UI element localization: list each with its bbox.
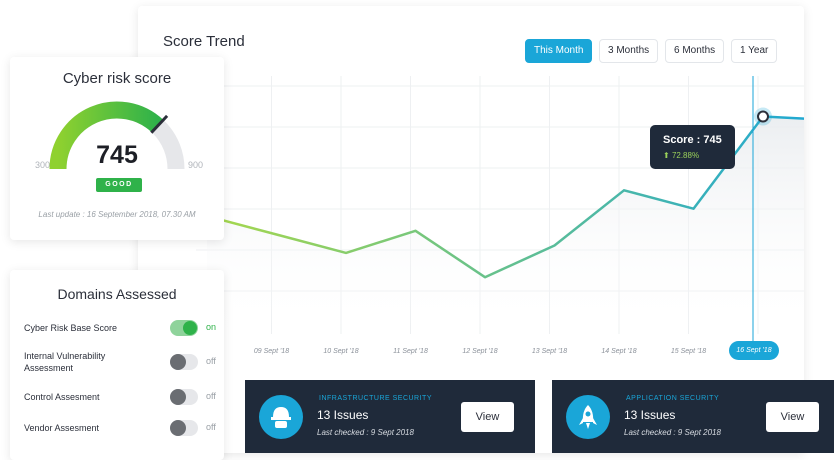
tooltip-score: Score : 745 xyxy=(663,134,722,146)
infrastructure-issues: 13 Issues xyxy=(317,408,369,422)
tooltip-delta-value: 72.88% xyxy=(671,151,700,160)
arrow-up-icon: ⬆ xyxy=(663,151,670,160)
domain-toggle-state: on xyxy=(206,322,217,332)
domain-toggle-state: off xyxy=(206,422,216,432)
domain-toggle-state: off xyxy=(206,391,216,401)
application-last-checked: Last checked : 9 Sept 2018 xyxy=(624,428,721,437)
infrastructure-security-card: INFRASTRUCTURE SECURITY 13 Issues Last c… xyxy=(245,380,535,453)
domain-toggle[interactable] xyxy=(170,354,198,370)
application-heading: APPLICATION SECURITY xyxy=(626,395,720,402)
risk-score: 745 xyxy=(96,141,138,169)
infrastructure-heading: INFRASTRUCTURE SECURITY xyxy=(319,395,433,402)
x-tick-label: 15 Sept '18 xyxy=(671,348,706,355)
tooltip-delta: ⬆ 72.88% xyxy=(663,151,699,160)
cyber-risk-card: Cyber risk score 745 300 900 GOOD Last u… xyxy=(10,57,224,240)
helmet-icon xyxy=(259,395,303,439)
x-tick-label: 09 Sept '18 xyxy=(254,348,289,355)
domain-toggle[interactable] xyxy=(170,389,198,405)
domain-label: Control Assesment xyxy=(24,392,100,402)
risk-min: 300 xyxy=(35,160,51,170)
infrastructure-last-checked: Last checked : 9 Sept 2018 xyxy=(317,428,414,437)
domains-card: Domains Assessed Cyber Risk Base Score o… xyxy=(10,270,224,460)
highlight-point xyxy=(757,110,769,123)
application-issues: 13 Issues xyxy=(624,408,676,422)
x-tick-label: 13 Sept '18 xyxy=(532,348,567,355)
risk-last-update: Last update : 16 September 2018, 07.30 A… xyxy=(38,210,196,219)
rocket-icon xyxy=(566,395,610,439)
range-3-months-button[interactable]: 3 Months xyxy=(599,39,659,63)
domain-toggle[interactable] xyxy=(170,320,198,336)
domain-toggle-state: off xyxy=(206,356,216,366)
score-trend-title: Score Trend xyxy=(163,33,245,50)
active-date-badge[interactable]: 16 Sept '18 xyxy=(729,341,779,360)
x-tick-label: 12 Sept '18 xyxy=(462,348,497,355)
range-6-months-button[interactable]: 6 Months xyxy=(665,39,725,63)
x-tick-label: 14 Sept '18 xyxy=(601,348,636,355)
application-security-card: APPLICATION SECURITY 13 Issues Last chec… xyxy=(552,380,834,453)
domain-label: Cyber Risk Base Score xyxy=(24,323,118,333)
x-tick-label: 10 Sept '18 xyxy=(323,348,358,355)
range-1-year-button[interactable]: 1 Year xyxy=(731,39,778,63)
domain-toggle[interactable] xyxy=(170,420,198,436)
domain-label: Internal Vulnerability Assessment xyxy=(24,351,106,373)
infrastructure-view-button[interactable]: View xyxy=(461,402,514,432)
score-tooltip: Score : 745 ⬆ 72.88% xyxy=(650,125,735,169)
range-this-month-button[interactable]: This Month xyxy=(525,39,593,63)
x-tick-label: 11 Sept '18 xyxy=(393,348,428,355)
domain-label: Vendor Assesment xyxy=(24,423,100,433)
risk-max: 900 xyxy=(188,160,204,170)
application-view-button[interactable]: View xyxy=(766,402,819,432)
risk-rating-badge: GOOD xyxy=(96,178,142,192)
domains-title: Domains Assessed xyxy=(57,286,177,302)
